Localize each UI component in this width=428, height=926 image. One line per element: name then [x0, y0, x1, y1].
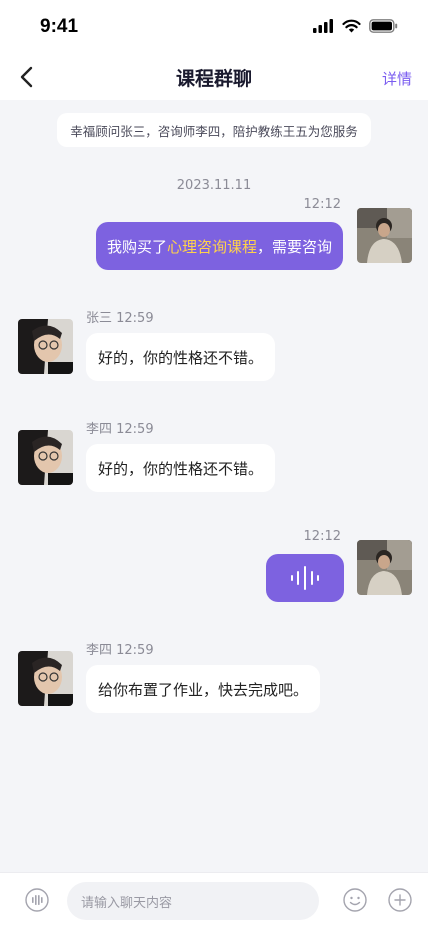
- course-highlight[interactable]: 心理咨询课程: [167, 236, 257, 257]
- date-separator: 2023.11.11: [176, 178, 252, 193]
- avatar-other[interactable]: [18, 651, 73, 706]
- status-icons: [313, 19, 398, 33]
- avatar-self[interactable]: [357, 208, 412, 263]
- message-text: 好的，你的性格还不错。: [98, 459, 264, 478]
- message-bubble-self[interactable]: 我购买了 心理咨询课程 ，需要咨询: [95, 222, 343, 270]
- detail-link[interactable]: 详情: [382, 68, 412, 89]
- status-bar: 9:41: [0, 0, 428, 54]
- status-time: 9:41: [40, 16, 79, 37]
- message-text: 我购买了: [106, 237, 167, 256]
- page-title: 课程群聊: [175, 68, 252, 90]
- avatar-other[interactable]: [18, 430, 73, 485]
- emoji-icon[interactable]: [343, 888, 367, 912]
- message-time: 12:12: [303, 197, 341, 212]
- nav-bar: 课程群聊 详情: [0, 54, 428, 100]
- signal-icon: [313, 19, 333, 33]
- message-sender-time: 张三 12:59: [86, 311, 154, 326]
- message-text: ，需要咨询: [256, 237, 332, 256]
- avatar-other[interactable]: [18, 319, 73, 374]
- input-bar: 请输入聊天内容: [0, 872, 428, 926]
- chat-input[interactable]: 请输入聊天内容: [67, 882, 319, 920]
- voice-message-bubble[interactable]: [266, 554, 344, 602]
- message-bubble-other[interactable]: 给你布置了作业，快去完成吧。: [86, 665, 321, 713]
- add-icon[interactable]: [388, 888, 412, 912]
- message-text: 给你布置了作业，快去完成吧。: [98, 680, 309, 699]
- message-sender-time: 李四 12:59: [86, 422, 154, 437]
- message-time: 12:12: [303, 529, 341, 544]
- voice-input-icon[interactable]: [25, 888, 49, 912]
- voice-wave-icon: [291, 566, 319, 590]
- message-bubble-other[interactable]: 好的，你的性格还不错。: [86, 444, 276, 492]
- wifi-icon: [342, 19, 361, 33]
- message-sender-time: 李四 12:59: [86, 643, 154, 658]
- message-text: 好的，你的性格还不错。: [98, 348, 264, 367]
- avatar-self[interactable]: [357, 540, 412, 595]
- message-bubble-other[interactable]: 好的，你的性格还不错。: [86, 333, 276, 381]
- battery-icon: [369, 19, 398, 33]
- group-notice: 幸福顾问张三，咨询师李四，陪护教练王五为您服务: [57, 113, 371, 147]
